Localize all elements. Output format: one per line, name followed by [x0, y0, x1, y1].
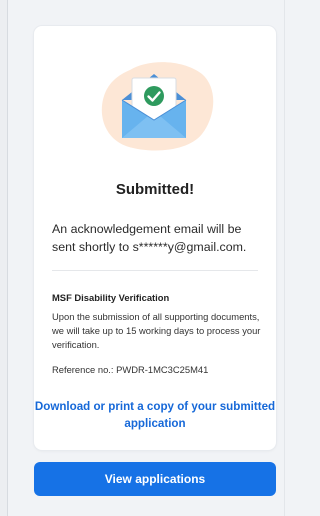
right-edge: [284, 0, 285, 516]
left-edge: [0, 0, 8, 516]
download-application-link[interactable]: Download or print a copy of your submitt…: [34, 398, 276, 432]
verification-description: Upon the submission of all supporting do…: [52, 311, 261, 350]
submission-card: Submitted! An acknowledgement email will…: [34, 26, 276, 450]
reference-number: Reference no.: PWDR-1MC3C25M41: [52, 364, 209, 375]
verification-title: MSF Disability Verification: [52, 292, 170, 303]
envelope-checkmark-icon: [92, 54, 218, 154]
page-title: Submitted!: [115, 181, 195, 198]
acknowledgement-text: An acknowledgement email will be sent sh…: [52, 222, 247, 254]
view-applications-button[interactable]: View applications: [34, 462, 276, 496]
divider: [52, 270, 258, 271]
